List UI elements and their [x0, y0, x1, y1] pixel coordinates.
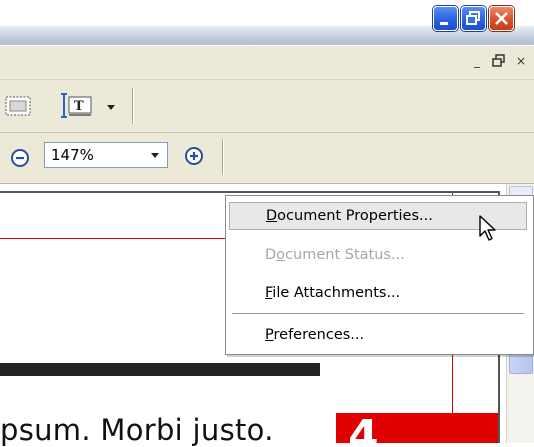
mdi-minimize-button[interactable]: _: [468, 54, 486, 70]
minimize-button[interactable]: [433, 6, 458, 31]
menu-separator: [232, 313, 524, 314]
toolbar-tools: T: [0, 80, 534, 133]
zoom-out-icon: [11, 149, 29, 167]
mouse-pointer-icon: [478, 214, 498, 246]
minimize-icon: [440, 22, 448, 25]
restore-icon: [466, 11, 480, 25]
dropdown-arrow-icon: [107, 105, 115, 110]
select-area-icon: [5, 96, 31, 116]
menu-item-label: Document Properties...: [266, 208, 433, 224]
menu-item-label: Preferences...: [265, 327, 365, 343]
document-body-text: psum. Morbi justo.: [0, 413, 274, 447]
zoom-value: 147%: [51, 146, 94, 164]
restore-button[interactable]: [461, 6, 486, 31]
select-area-button[interactable]: [4, 94, 34, 118]
close-icon: [495, 12, 508, 25]
menu-item-preferences[interactable]: Preferences...: [229, 321, 527, 349]
black-rule: [0, 363, 320, 376]
red-guide-line: [0, 238, 230, 239]
zoom-dropdown[interactable]: [148, 148, 162, 162]
close-button[interactable]: [489, 6, 514, 31]
red-block-glyph: 4: [348, 413, 379, 443]
menu-item-label: File Attachments...: [265, 285, 401, 301]
menu-item-label: Document Status...: [265, 247, 405, 263]
text-select-dropdown[interactable]: [104, 100, 118, 114]
window-title-bar: [0, 0, 534, 45]
toolbar-separator: [222, 139, 223, 175]
text-select-button[interactable]: T: [56, 91, 96, 121]
toolbar-separator: [132, 88, 133, 124]
red-block: 4: [336, 413, 498, 443]
zoom-out-button[interactable]: [10, 147, 32, 169]
page-border: [0, 191, 500, 193]
dropdown-arrow-icon: [151, 153, 159, 158]
menu-item-file-attachments[interactable]: File Attachments...: [229, 279, 527, 307]
mdi-close-button[interactable]: ×: [512, 54, 530, 70]
svg-text:T: T: [74, 99, 84, 114]
text-select-icon: T: [61, 93, 92, 118]
mdi-restore-icon: [492, 54, 505, 67]
zoom-in-icon: [185, 147, 203, 165]
zoom-in-button[interactable]: [184, 145, 206, 167]
menu-bar: _ ×: [0, 46, 534, 80]
mdi-restore-button[interactable]: [490, 54, 508, 70]
